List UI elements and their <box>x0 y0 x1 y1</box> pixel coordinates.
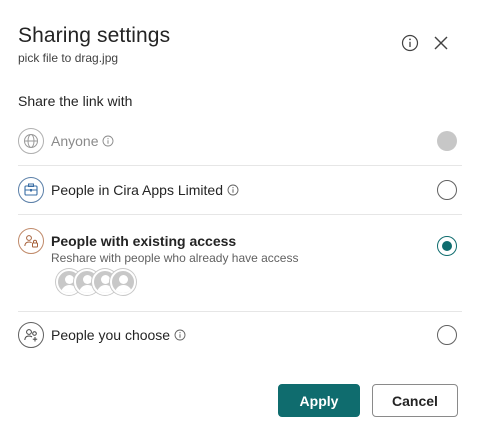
option-anyone: Anyone <box>18 128 462 154</box>
option-existing-access-description: Reshare with people who already have acc… <box>51 251 299 265</box>
radio-anyone <box>437 131 457 151</box>
radio-existing-access[interactable] <box>437 236 457 256</box>
option-people-you-choose-label: People you choose <box>51 327 186 344</box>
avatar <box>110 269 136 295</box>
divider <box>18 165 462 166</box>
option-people-you-choose[interactable]: People you choose <box>18 322 462 348</box>
info-icon[interactable] <box>102 134 114 150</box>
globe-icon <box>18 128 44 154</box>
option-existing-access-label: People with existing access <box>51 233 237 249</box>
option-people-in-org[interactable]: People in Cira Apps Limited <box>18 177 462 203</box>
radio-people-in-org[interactable] <box>437 180 457 200</box>
radio-people-you-choose[interactable] <box>437 325 457 345</box>
dialog-subtitle: pick file to drag.jpg <box>18 51 119 65</box>
people-lock-icon <box>18 228 44 254</box>
people-add-icon <box>18 322 44 348</box>
sharing-settings-dialog: Sharing settings pick file to drag.jpg S… <box>0 0 480 439</box>
share-link-with-label: Share the link with <box>18 93 133 109</box>
divider <box>18 214 462 215</box>
avatar-group <box>38 269 138 297</box>
cancel-button[interactable]: Cancel <box>372 384 458 417</box>
info-icon[interactable] <box>227 183 239 199</box>
close-icon[interactable] <box>430 32 452 54</box>
divider <box>18 311 462 312</box>
option-anyone-label: Anyone <box>51 133 114 150</box>
dialog-title: Sharing settings <box>18 24 171 47</box>
info-icon[interactable] <box>399 32 421 54</box>
building-icon <box>18 177 44 203</box>
option-people-in-org-label: People in Cira Apps Limited <box>51 182 239 199</box>
info-icon[interactable] <box>174 328 186 344</box>
apply-button[interactable]: Apply <box>278 384 360 417</box>
